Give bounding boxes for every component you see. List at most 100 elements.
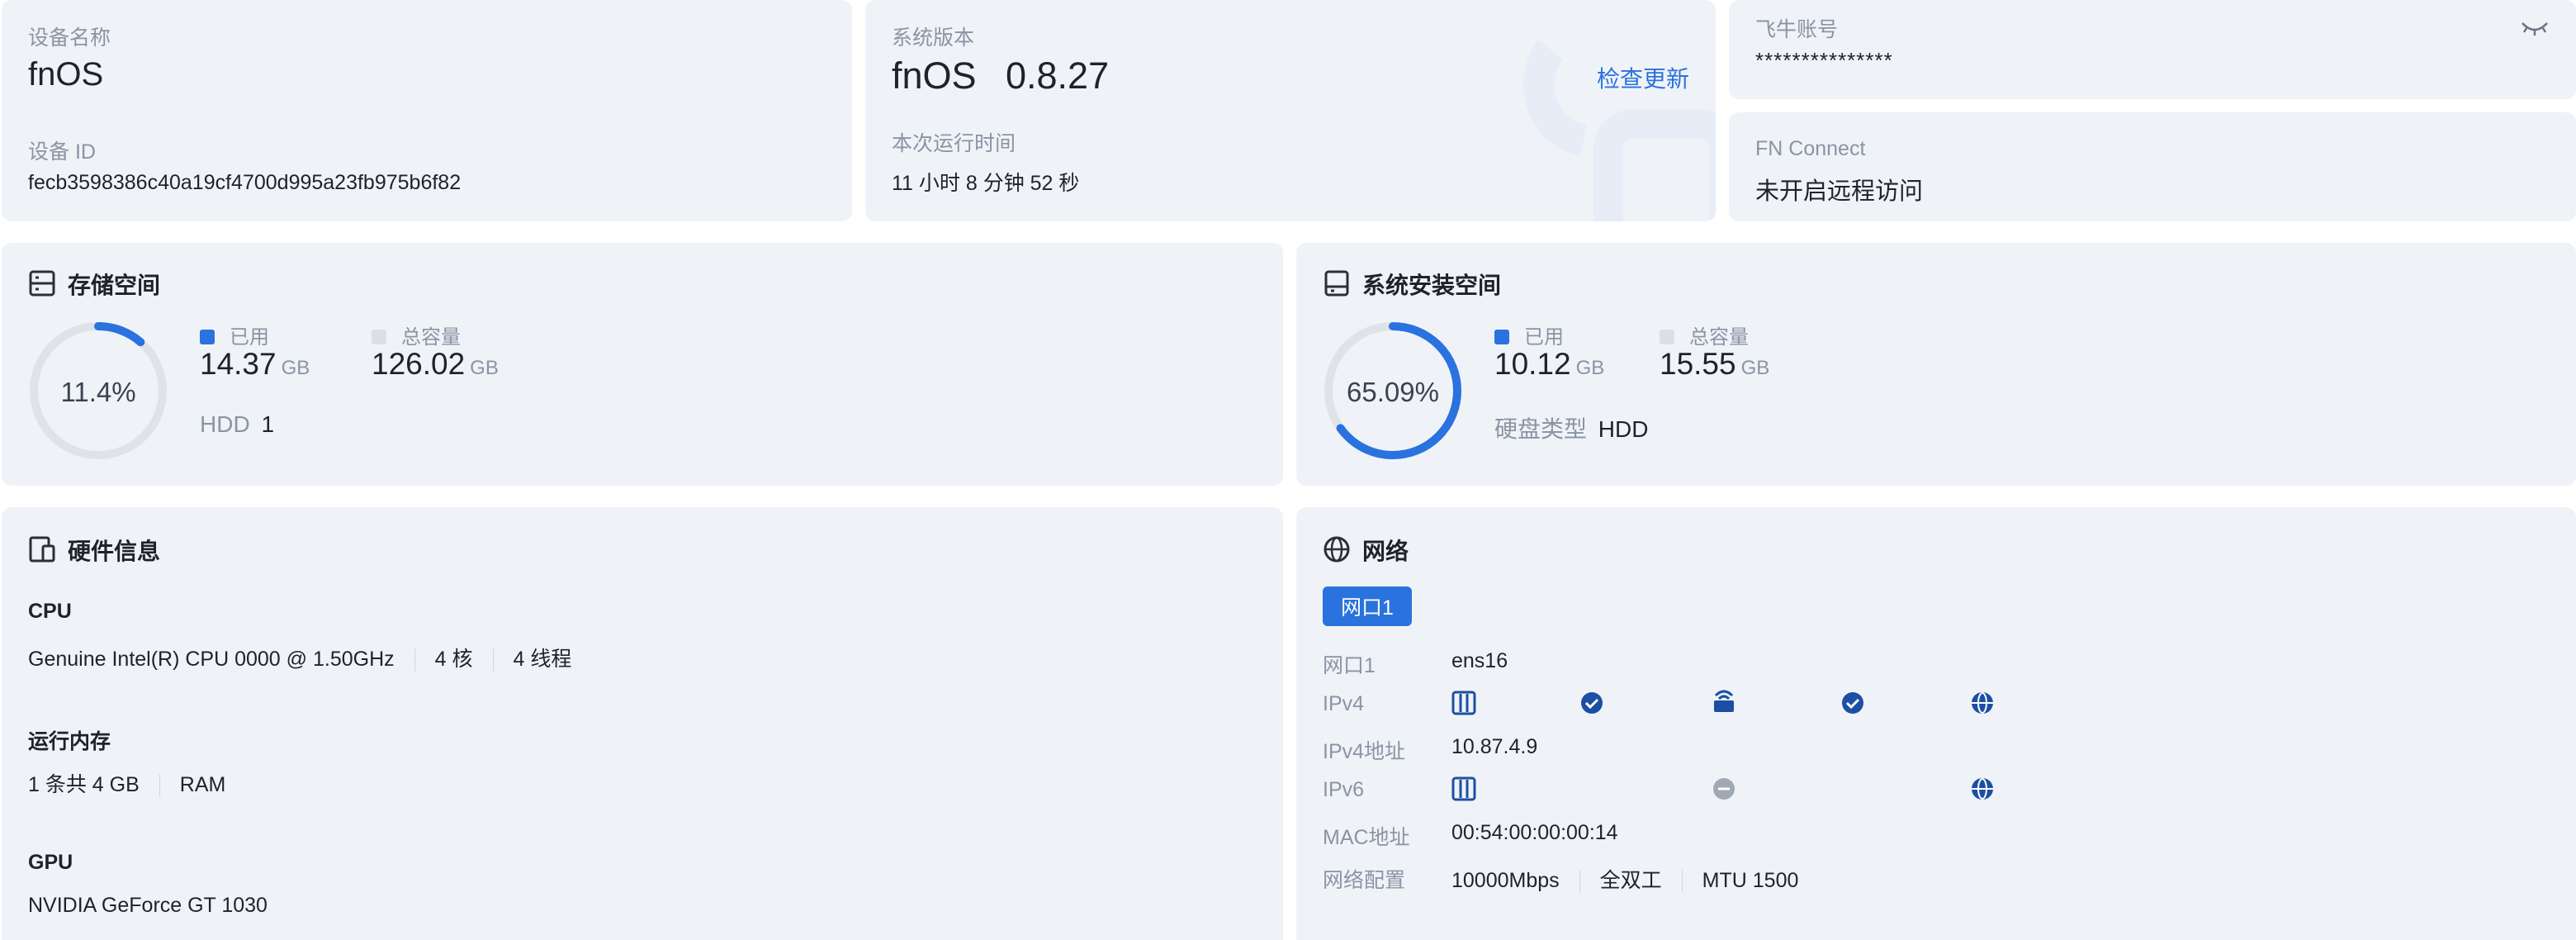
storage-disk-type-label: HDD — [200, 411, 250, 437]
link-speed: 10000Mbps — [1451, 869, 1560, 892]
system-storage-total-legend: 总容量 — [1660, 320, 1749, 349]
check-update-link[interactable]: 检查更新 — [1597, 61, 1689, 94]
device-id-value[interactable]: fecb3598386c40a19cf4700d995a23fb975b6f82 — [28, 171, 461, 195]
duplex-mode: 全双工 — [1599, 869, 1662, 892]
network-config-label: 网络配置 — [1323, 869, 1406, 892]
device-name-label: 设备名称 — [28, 26, 111, 50]
device-id-label: 设备 ID — [28, 140, 96, 164]
storage-used-legend: 已用 — [200, 320, 269, 349]
storage-used-unit: GB — [281, 357, 310, 379]
system-version-card: 系统版本 fnOS 0.8.27 检查更新 本次运行时间 11 小时 8 分钟 … — [865, 0, 1716, 221]
cpu-label: CPU — [28, 600, 72, 623]
system-os-name: fnOS — [892, 55, 977, 97]
nas-device-icon — [1451, 776, 1476, 801]
system-storage-total-value-row: 15.55 GB — [1660, 347, 1769, 382]
storage-total-value: 126.02 — [372, 347, 466, 381]
system-storage-used-unit: GB — [1575, 357, 1605, 379]
account-label: 飞牛账号 — [1755, 18, 1839, 41]
system-storage-used-label: 已用 — [1524, 326, 1564, 349]
mac-value: 00:54:00:00:00:14 — [1451, 821, 1618, 844]
total-legend-dot — [1660, 330, 1674, 344]
storage-percent: 11.4% — [60, 377, 136, 407]
port-label: 网口1 — [1323, 654, 1376, 677]
device-info-card: 设备名称 fnOS 设备 ID fecb3598386c40a19cf4700d… — [2, 0, 852, 221]
mtu-value: MTU 1500 — [1702, 869, 1799, 892]
check-circle-icon — [1842, 692, 1863, 714]
storage-used-value-row: 14.37 GB — [200, 347, 310, 382]
uptime-label: 本次运行时间 — [892, 132, 1016, 155]
cpu-threads: 4 线程 — [513, 648, 572, 671]
system-version-label: 系统版本 — [892, 26, 975, 50]
system-disk-type-label: 硬盘类型 — [1494, 416, 1588, 442]
system-storage-total-unit: GB — [1740, 357, 1770, 379]
system-version-number: 0.8.27 — [1006, 55, 1110, 97]
system-storage-used-value-row: 10.12 GB — [1494, 347, 1604, 382]
storage-used-label: 已用 — [230, 326, 269, 349]
gpu-model: NVIDIA GeForce GT 1030 — [28, 894, 268, 917]
account-card: 飞牛账号 *************** — [1729, 0, 2576, 99]
total-legend-dot — [372, 330, 386, 344]
cpu-info-row: Genuine Intel(R) CPU 0000 @ 1.50GHz 4 核 4 … — [28, 643, 571, 672]
globe-icon — [1323, 535, 1352, 565]
internet-globe-icon — [1972, 778, 1993, 800]
storage-total-value-row: 126.02 GB — [372, 347, 499, 382]
tab-port-1[interactable]: 网口1 — [1323, 586, 1412, 626]
cpu-cores: 4 核 — [434, 648, 473, 671]
network-config-row: 10000Mbps 全双工 MTU 1500 — [1451, 864, 1798, 894]
ipv6-label: IPv6 — [1323, 778, 1365, 801]
hard-drive-icon — [1323, 269, 1352, 299]
used-legend-dot — [1494, 330, 1509, 344]
network-title-text: 网络 — [1362, 539, 1409, 564]
disconnected-status-icon — [1713, 778, 1735, 800]
fn-connect-card[interactable]: FN Connect 未开启远程访问 — [1729, 112, 2576, 221]
ipv4-address-label: IPv4地址 — [1323, 740, 1406, 763]
system-storage-used-value: 10.12 — [1494, 347, 1571, 381]
ipv6-connection-path — [1451, 776, 1993, 801]
storage-disk-type: HDD 1 — [200, 411, 274, 438]
network-title: 网络 — [1323, 534, 1409, 567]
system-storage-title: 系统安装空间 — [1323, 268, 1501, 301]
router-icon — [1714, 690, 1734, 712]
ram-type: RAM — [179, 773, 226, 796]
fn-connect-value: 未开启远程访问 — [1755, 178, 1924, 205]
storage-card: 存储空间 11.4% 已用 14.37 GB 总容量 126.02 GB HDD 1 — [2, 243, 1283, 486]
storage-title: 存储空间 — [28, 268, 160, 301]
storage-total-unit: GB — [470, 357, 499, 379]
ram-label: 运行内存 — [28, 730, 111, 753]
device-name-value: fnOS — [28, 56, 104, 93]
account-value: *************** — [1755, 48, 1893, 73]
ipv4-label: IPv4 — [1323, 692, 1365, 715]
hardware-card: 硬件信息 CPU Genuine Intel(R) CPU 0000 @ 1.5… — [2, 507, 1283, 940]
storage-icon — [28, 269, 58, 299]
system-storage-disk-type: 硬盘类型 HDD — [1494, 411, 1648, 444]
used-legend-dot — [200, 330, 215, 344]
network-card: 网络 网口1 网口1 ens16 IPv4 IPv4地址 10.87.4.9 I… — [1296, 507, 2576, 940]
ram-info-row: 1 条共 4 GB RAM — [28, 768, 225, 798]
system-storage-used-legend: 已用 — [1494, 320, 1564, 349]
system-storage-title-text: 系统安装空间 — [1362, 273, 1502, 298]
uptime-value: 11 小时 8 分钟 52 秒 — [892, 172, 1080, 195]
hardware-title-text: 硬件信息 — [68, 539, 161, 564]
storage-total-label: 总容量 — [401, 326, 461, 349]
check-circle-icon — [1581, 692, 1603, 714]
fn-connect-label: FN Connect — [1755, 137, 1866, 160]
storage-title-text: 存储空间 — [68, 273, 161, 298]
devices-icon — [28, 535, 58, 565]
internet-globe-icon — [1972, 692, 1993, 714]
port-value: ens16 — [1451, 649, 1508, 672]
system-storage-card: 系统安装空间 65.09% 已用 10.12 GB 总容量 15.55 GB 硬盘类… — [1296, 243, 2576, 486]
gpu-label: GPU — [28, 851, 73, 874]
storage-used-value: 14.37 — [200, 347, 277, 381]
eye-closed-icon[interactable] — [2520, 17, 2550, 40]
cpu-model: Genuine Intel(R) CPU 0000 @ 1.50GHz — [28, 648, 395, 671]
storage-total-legend: 总容量 — [372, 320, 461, 349]
hardware-title: 硬件信息 — [28, 534, 160, 567]
mac-label: MAC地址 — [1323, 826, 1410, 849]
system-storage-total-value: 15.55 — [1660, 347, 1736, 381]
nas-device-icon — [1451, 691, 1476, 715]
system-storage-total-label: 总容量 — [1689, 326, 1749, 349]
system-storage-percent: 65.09% — [1347, 377, 1439, 407]
system-disk-type-value: HDD — [1598, 416, 1649, 442]
storage-disk-count: 1 — [261, 411, 275, 437]
tab-port-1-label: 网口1 — [1341, 596, 1394, 620]
